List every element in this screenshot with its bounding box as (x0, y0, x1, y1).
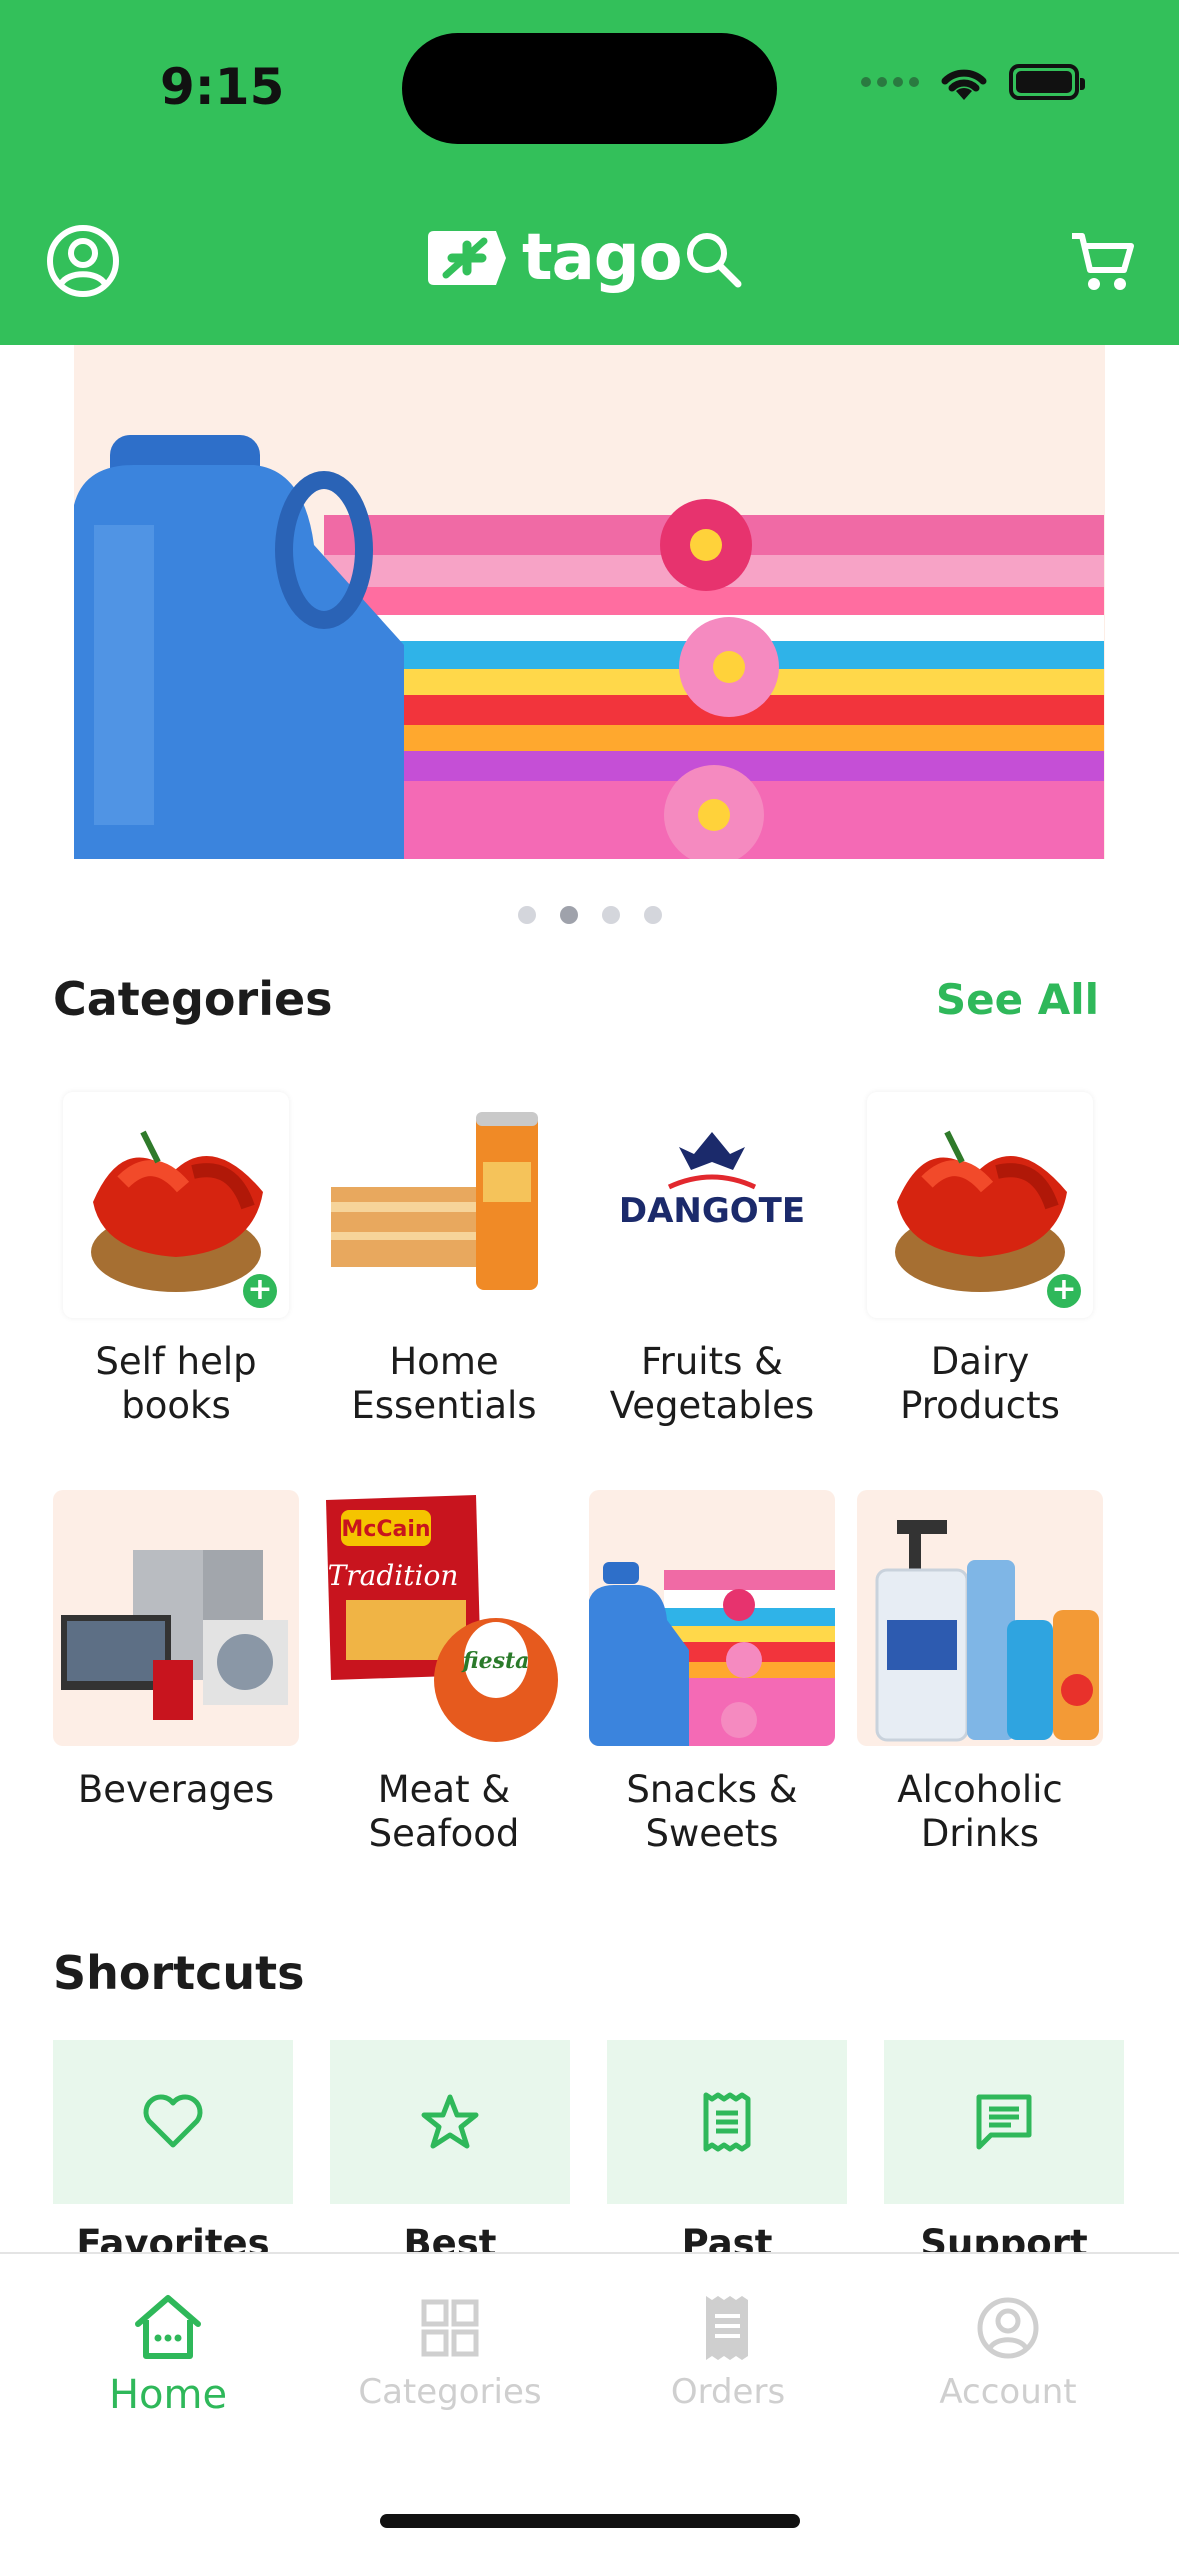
category-item[interactable]: DANGOTE Fruits & Vegetables (589, 1092, 835, 1428)
pager-dot[interactable] (643, 906, 662, 924)
bottom-tab-bar: Home Categories Orders Account (0, 2252, 1179, 2558)
tab-home[interactable]: Home (28, 2290, 308, 2418)
tab-categories[interactable]: Categories (310, 2290, 590, 2412)
status-time: 9:15 (160, 58, 285, 116)
tab-label: Orders (670, 2372, 786, 2412)
category-label: Alcoholic Drinks (897, 1768, 1063, 1855)
nav-row: tago (0, 218, 1179, 302)
pager-dot[interactable] (517, 906, 536, 924)
fiesta-text: fiesta (461, 1648, 530, 1674)
mccain-text: McCain (341, 1517, 430, 1542)
category-item[interactable]: + Self help books (53, 1092, 299, 1428)
banner-image (74, 345, 1105, 859)
shortcut-tile[interactable] (330, 2040, 570, 2204)
detergent-image (589, 1562, 835, 1746)
see-all-link[interactable]: See All (936, 975, 1099, 1024)
category-label: Snacks & Sweets (626, 1768, 798, 1855)
category-image (589, 1490, 835, 1746)
signal-icon (861, 77, 919, 87)
category-item[interactable]: Snacks & Sweets (589, 1490, 835, 1856)
category-item[interactable]: Beverages (53, 1490, 299, 1812)
chat-icon (976, 2094, 1032, 2150)
tradition-text: Tradition (328, 1559, 459, 1592)
add-icon[interactable]: + (243, 1274, 277, 1308)
receipt-icon (703, 2092, 751, 2152)
pager-dot-active[interactable] (559, 906, 578, 924)
promo-banner[interactable] (74, 345, 1105, 859)
category-label: Fruits & Vegetables (609, 1340, 815, 1427)
receipt-icon (706, 2296, 748, 2360)
add-icon[interactable]: + (1047, 1274, 1081, 1308)
category-label: Meat & Seafood (368, 1768, 520, 1855)
shortcut-tile[interactable] (53, 2040, 293, 2204)
category-label: Dairy Products (900, 1340, 1060, 1427)
shortcut-tile[interactable] (884, 2040, 1124, 2204)
category-image: McCain Tradition fiesta (321, 1490, 567, 1746)
category-item[interactable]: Alcoholic Drinks (857, 1490, 1103, 1856)
categories-title: Categories (53, 972, 333, 1026)
status-indicators (861, 62, 1085, 102)
tab-label: Categories (358, 2372, 542, 2412)
purell-image (875, 1520, 1099, 1742)
category-image: + (63, 1092, 289, 1318)
heart-icon (143, 2094, 203, 2148)
star-icon (421, 2094, 479, 2149)
category-label: Self help books (95, 1340, 257, 1427)
app-header: 9:15 tago (0, 0, 1179, 345)
schweppes-image (331, 1112, 538, 1290)
shortcuts-title: Shortcuts (53, 1946, 305, 2000)
category-image: DANGOTE (599, 1092, 825, 1318)
dangote-logo-text: DANGOTE (619, 1191, 805, 1231)
wifi-icon (941, 69, 987, 100)
category-item[interactable]: Home Essentials (321, 1092, 567, 1428)
tab-label: Account (939, 2372, 1077, 2412)
category-image (857, 1490, 1103, 1746)
grid-icon (421, 2299, 479, 2357)
profile-icon (977, 2297, 1039, 2359)
logo-mark-icon (428, 231, 506, 285)
home-icon (135, 2295, 201, 2359)
mccain-fiesta-image: McCain Tradition fiesta (326, 1495, 558, 1742)
profile-icon[interactable] (46, 224, 120, 298)
shortcut-favorites[interactable]: Favorites (53, 2040, 293, 2265)
category-image (331, 1092, 557, 1318)
category-label: Beverages (77, 1768, 275, 1811)
tab-account[interactable]: Account (868, 2290, 1148, 2412)
pager-dot[interactable] (601, 906, 620, 924)
brand-logo: tago (424, 221, 683, 295)
category-item[interactable]: + Dairy Products (857, 1092, 1103, 1428)
battery-icon (1009, 64, 1085, 100)
brand-name: tago (522, 221, 683, 295)
dynamic-island (402, 33, 777, 144)
category-item[interactable]: McCain Tradition fiesta Meat & Seafood (321, 1490, 567, 1856)
tab-orders[interactable]: Orders (588, 2290, 868, 2412)
shortcut-support[interactable]: Support (884, 2040, 1124, 2265)
category-image (53, 1490, 299, 1746)
cart-icon[interactable] (1068, 226, 1138, 296)
category-label: Home Essentials (351, 1340, 537, 1427)
appliances-image (61, 1550, 288, 1720)
search-icon[interactable] (682, 228, 744, 290)
banner-pager (0, 906, 1179, 924)
dangote-logo-icon: DANGOTE (619, 1132, 805, 1231)
category-image: + (867, 1092, 1093, 1318)
home-indicator[interactable] (380, 2514, 800, 2528)
tab-label: Home (108, 2372, 228, 2418)
shortcut-tile[interactable] (607, 2040, 847, 2204)
